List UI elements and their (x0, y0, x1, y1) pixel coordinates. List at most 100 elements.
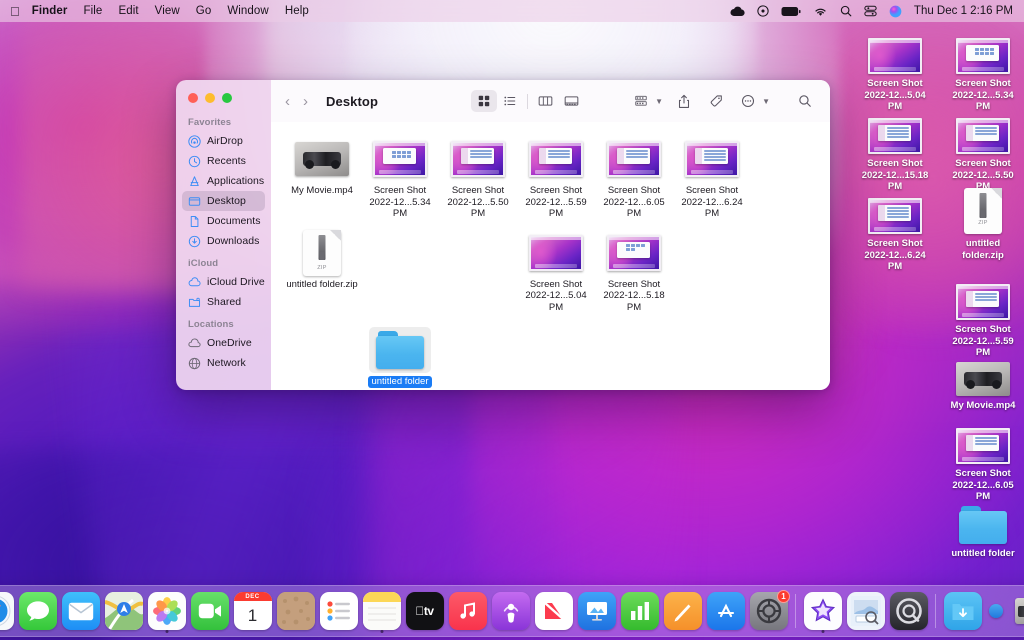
dock-item-appstore[interactable] (705, 591, 746, 632)
menu-item-file[interactable]: File (76, 5, 111, 17)
sidebar-item-network[interactable]: Network (182, 353, 265, 373)
file-item[interactable]: Screen Shot 2022-12...5.04 PM (517, 224, 595, 314)
desktop-icon[interactable]: Screen Shot 2022-12...5.59 PM (944, 276, 1022, 359)
dock-item-music[interactable] (447, 591, 488, 632)
dock-item-news[interactable] (533, 591, 574, 632)
file-item[interactable]: Screen Shot 2022-12...5.59 PM (517, 130, 595, 220)
file-label: Screen Shot 2022-12...6.05 PM (603, 185, 665, 219)
record-icon[interactable] (751, 5, 775, 17)
wifi-icon[interactable] (807, 6, 834, 17)
file-item[interactable]: ZIP untitled folder.zip (283, 224, 361, 314)
dock-item-minimized-safari[interactable] (985, 591, 1007, 632)
gallery-view-button[interactable] (558, 90, 584, 112)
siri-icon[interactable] (883, 5, 908, 18)
minimize-button[interactable] (205, 93, 215, 103)
dock-item-contacts[interactable] (275, 591, 316, 632)
menu-item-window[interactable]: Window (219, 5, 277, 17)
menu-item-help[interactable]: Help (277, 5, 317, 17)
dock-item-calendar[interactable]: DEC 1 (232, 591, 273, 632)
sidebar-item-documents[interactable]: Documents (182, 211, 265, 231)
file-item[interactable]: Screen Shot 2022-12...5.50 PM (439, 130, 517, 220)
group-by-button[interactable] (628, 90, 654, 112)
file-item[interactable]: Screen Shot 2022-12...6.05 PM (595, 130, 673, 220)
chevron-left-icon[interactable]: ‹ (285, 94, 290, 109)
menu-bar-clock[interactable]: Thu Dec 1 2:16 PM (908, 5, 1015, 17)
dock-item-quicktime[interactable] (888, 591, 929, 632)
numbers-icon (630, 602, 649, 620)
dock-item-appletv[interactable]: tv (404, 591, 445, 632)
file-item[interactable]: Screen Shot 2022-12...5.34 PM (361, 130, 439, 220)
menu-item-go[interactable]: Go (188, 5, 220, 17)
sidebar-item-shared[interactable]: Shared (182, 292, 265, 312)
dock-item-pages[interactable] (662, 591, 703, 632)
dock-item-reminders[interactable] (318, 591, 359, 632)
tag-button[interactable] (703, 90, 729, 112)
sidebar-item-downloads[interactable]: Downloads (182, 231, 265, 251)
sidebar-item-applications[interactable]: Applications (182, 171, 265, 191)
dock-item-facetime[interactable] (189, 591, 230, 632)
sidebar-item-onedrive[interactable]: OneDrive (182, 333, 265, 353)
dock-item-photobooth[interactable] (802, 591, 843, 633)
news-icon (543, 602, 564, 620)
dock-item-podcasts[interactable] (490, 591, 531, 632)
sidebar-label: OneDrive (207, 337, 252, 349)
dock-item-maps[interactable] (103, 591, 144, 632)
file-item[interactable]: Screen Shot 2022-12...6.24 PM (673, 130, 751, 220)
desktop-icon[interactable]: My Movie.mp4 (944, 352, 1022, 412)
chevron-down-icon[interactable]: ▼ (762, 97, 770, 106)
desktop-icon[interactable]: Screen Shot 2022-12...15.18 PM (856, 110, 934, 193)
dock-item-preview[interactable] (845, 591, 886, 632)
dock-item-mail[interactable] (60, 591, 101, 632)
dock-item-messages[interactable] (17, 591, 58, 632)
finder-path-title[interactable]: Desktop (326, 94, 378, 109)
dock-item-numbers[interactable] (619, 591, 660, 632)
pages-icon (674, 604, 690, 622)
screenshot-thumbnail-icon (607, 141, 661, 177)
chevron-right-icon[interactable]: › (303, 94, 308, 109)
dock-item-system-settings[interactable]: 1 (748, 589, 790, 632)
desktop-icon[interactable]: Screen Shot 2022-12...6.24 PM (856, 190, 934, 273)
desktop-icon[interactable]: untitled folder (944, 500, 1022, 560)
chevron-down-icon[interactable]: ▼ (655, 97, 663, 106)
desktop-icon-label: Screen Shot 2022-12...5.04 PM (864, 78, 926, 112)
icon-view-button[interactable] (471, 90, 498, 112)
menu-item-view[interactable]: View (147, 5, 188, 17)
menu-item-edit[interactable]: Edit (110, 5, 146, 17)
apple-logo-icon[interactable]:  (10, 5, 20, 18)
sidebar-item-recents[interactable]: Recents (182, 151, 265, 171)
file-item[interactable]: My Movie.mp4 (283, 130, 361, 220)
search-button[interactable] (792, 90, 818, 112)
sidebar-item-desktop[interactable]: Desktop (182, 191, 265, 211)
file-label: Screen Shot 2022-12...6.24 PM (681, 185, 743, 219)
music-icon (459, 602, 475, 619)
sidebar-item-icloud-drive[interactable]: iCloud Drive (182, 272, 265, 292)
desktop-icon[interactable]: ZIP untitled folder.zip (944, 188, 1022, 261)
control-center-icon[interactable] (858, 5, 883, 17)
list-view-button[interactable] (497, 90, 523, 112)
desktop-icon-label: My Movie.mp4 (950, 400, 1016, 411)
desktop-icon[interactable]: Screen Shot 2022-12...5.04 PM (856, 30, 934, 113)
dock-item-minimized-movie[interactable] (1009, 591, 1024, 632)
cloud-icon[interactable] (724, 6, 751, 17)
desktop-icon[interactable]: Screen Shot 2022-12...5.50 PM (944, 110, 1022, 193)
zoom-button[interactable] (222, 93, 232, 103)
spotlight-search-icon[interactable] (834, 5, 858, 17)
dock-item-keynote[interactable] (576, 591, 617, 632)
file-item[interactable]: Screen Shot 2022-12...5.18 PM (595, 224, 673, 314)
screenshot-thumbnail-icon (529, 141, 583, 177)
dock-item-safari[interactable] (0, 591, 15, 632)
desktop-icon[interactable]: Screen Shot 2022-12...6.05 PM (944, 420, 1022, 503)
column-view-button[interactable] (532, 90, 558, 112)
battery-icon[interactable] (775, 6, 807, 17)
dock-item-downloads-folder[interactable] (942, 591, 983, 632)
dock-item-notes[interactable] (361, 591, 402, 633)
file-item-selected[interactable]: untitled folder (361, 321, 439, 388)
file-thumbnail (944, 110, 1022, 154)
share-button[interactable] (671, 90, 697, 112)
actions-button[interactable] (735, 90, 761, 112)
sidebar-item-airdrop[interactable]: AirDrop (182, 131, 265, 151)
close-button[interactable] (188, 93, 198, 103)
menu-item-finder[interactable]: Finder (32, 5, 76, 17)
desktop-icon[interactable]: Screen Shot 2022-12...5.34 PM (944, 30, 1022, 113)
dock-item-photos[interactable] (146, 591, 187, 633)
